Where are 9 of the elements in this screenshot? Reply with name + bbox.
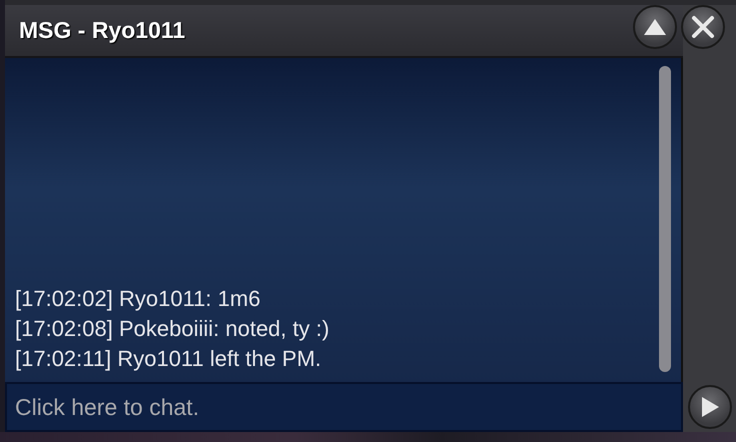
chat-message: [17:02:11] Ryo1011 left the PM.	[15, 345, 322, 373]
chat-message: [17:02:02] Ryo1011: 1m6	[15, 285, 262, 313]
window-title: MSG - Ryo1011	[19, 17, 186, 44]
scrollbar-thumb[interactable]	[659, 66, 671, 372]
chat-input-field[interactable]: Click here to chat.	[5, 382, 683, 432]
close-button[interactable]	[681, 5, 725, 49]
close-icon	[691, 15, 715, 39]
send-button[interactable]	[688, 385, 732, 429]
chat-message: [17:02:08] Pokeboiiii: noted, ty :)	[15, 315, 330, 343]
